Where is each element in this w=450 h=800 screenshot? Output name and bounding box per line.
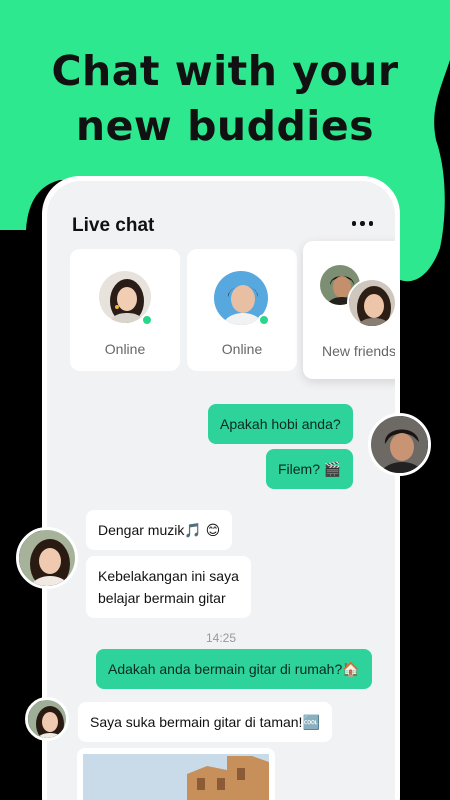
avatar[interactable] [16,527,78,589]
message-line: belajar bermain gitar [98,590,226,606]
online-user-card-2[interactable]: Online [187,249,297,371]
photo-message[interactable] [77,748,275,800]
timestamp: 14:25 [205,631,237,645]
card-label: New friends [322,343,395,359]
card-label: Online [221,341,263,357]
headline-line-1: Chat with your [51,47,399,95]
headline: Chat with your new buddies [0,44,450,154]
message-bubble-outgoing[interactable]: Adakah anda bermain gitar di rumah?🏠 [96,649,372,689]
message-bubble-incoming[interactable]: Dengar muzik🎵 😊 [86,510,233,550]
online-status-dot [258,314,270,326]
page-title: Live chat [72,215,155,236]
chat-screen: Live chat Online Online New friends Apak… [47,181,395,800]
online-status-dot [141,314,153,326]
card-label: Online [104,341,146,357]
avatar[interactable] [25,697,69,741]
headline-line-2: new buddies [75,102,375,150]
more-horizontal-icon[interactable] [351,221,373,226]
avatar[interactable] [368,413,431,476]
message-bubble-incoming[interactable]: Saya suka bermain gitar di taman!🆒 [78,702,332,742]
message-line: Kebelakangan ini saya [98,568,239,584]
new-friends-card[interactable]: New friends [303,241,395,379]
avatar [347,278,395,328]
phone-frame: Live chat Online Online New friends Apak… [42,176,400,800]
online-user-card-1[interactable]: Online [70,249,180,371]
message-bubble-outgoing[interactable]: Apakah hobi anda? [208,404,353,444]
message-bubble-outgoing[interactable]: Filem? 🎬 [266,449,354,489]
message-bubble-incoming[interactable]: Kebelakangan ini saya belajar bermain gi… [86,556,251,618]
